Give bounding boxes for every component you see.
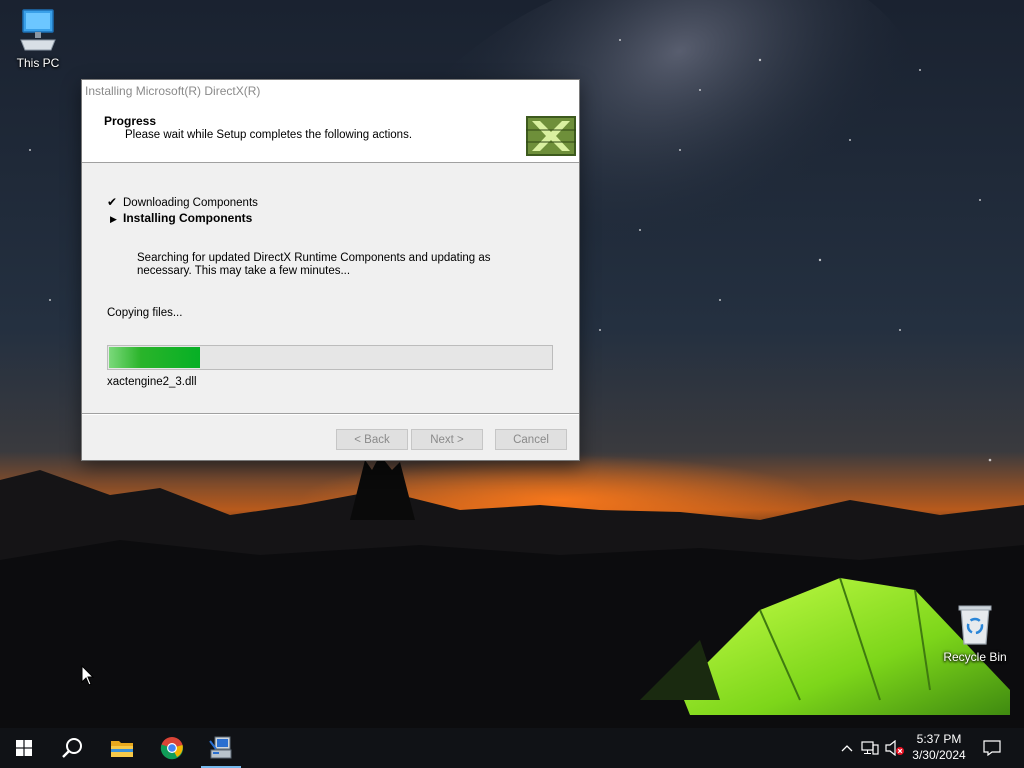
search-button[interactable] bbox=[48, 728, 96, 768]
step-installing: ▶ Installing Components bbox=[107, 211, 252, 225]
chevron-up-icon bbox=[841, 745, 853, 752]
next-button[interactable]: Next > bbox=[411, 429, 483, 450]
dialog-titlebar[interactable]: Installing Microsoft(R) DirectX(R) bbox=[82, 80, 579, 103]
checkmark-icon: ✔ bbox=[107, 195, 118, 209]
step-downloading-label: Downloading Components bbox=[123, 197, 258, 209]
windows-start-icon bbox=[16, 740, 32, 756]
action-center-button[interactable] bbox=[980, 728, 1004, 768]
clock-time: 5:37 PM bbox=[916, 732, 962, 746]
mouse-cursor-icon bbox=[81, 665, 95, 686]
step-downloading: ✔ Downloading Components bbox=[107, 195, 258, 209]
this-pc-label: This PC bbox=[16, 56, 60, 70]
network-icon bbox=[861, 741, 879, 755]
chrome-icon bbox=[160, 737, 184, 760]
back-button[interactable]: < Back bbox=[336, 429, 408, 450]
volume-tray-button[interactable] bbox=[884, 728, 906, 768]
current-file-text: xactengine2_3.dll bbox=[107, 376, 197, 388]
directx-setup-taskbar-button[interactable] bbox=[197, 728, 245, 768]
chrome-taskbar-button[interactable] bbox=[148, 728, 196, 768]
directx-setup-dialog: Installing Microsoft(R) DirectX(R) Progr… bbox=[81, 79, 580, 461]
computer-icon bbox=[20, 9, 56, 51]
volume-muted-icon bbox=[885, 740, 904, 756]
recycle-bin-icon bbox=[958, 605, 992, 645]
file-explorer-icon bbox=[111, 741, 133, 757]
directx-logo-icon bbox=[526, 116, 576, 156]
show-hidden-icons-button[interactable] bbox=[838, 728, 856, 768]
arrow-right-icon: ▶ bbox=[110, 214, 117, 224]
clock-date: 3/30/2024 bbox=[912, 748, 966, 762]
button-divider bbox=[82, 413, 579, 415]
recycle-bin-label: Recycle Bin bbox=[943, 650, 1007, 664]
taskbar: 5:37 PM 3/30/2024 bbox=[0, 728, 1024, 768]
header-subtitle: Please wait while Setup completes the fo… bbox=[125, 129, 413, 141]
network-tray-button[interactable] bbox=[860, 728, 880, 768]
progress-bar bbox=[107, 345, 553, 370]
start-button[interactable] bbox=[0, 728, 48, 768]
taskbar-clock[interactable]: 5:37 PM 3/30/2024 bbox=[906, 731, 972, 763]
cancel-button[interactable]: Cancel bbox=[495, 429, 567, 450]
status-text: Copying files... bbox=[107, 307, 183, 319]
notification-icon bbox=[983, 740, 1001, 756]
recycle-bin-desktop-icon[interactable]: Recycle Bin bbox=[937, 602, 1013, 664]
directx-setup-icon bbox=[209, 736, 232, 759]
dialog-title: Installing Microsoft(R) DirectX(R) bbox=[85, 84, 261, 98]
progress-bar-fill bbox=[109, 347, 201, 368]
step-installing-label: Installing Components bbox=[123, 211, 253, 225]
header-title: Progress bbox=[104, 114, 157, 128]
dialog-header: Progress Please wait while Setup complet… bbox=[82, 103, 579, 163]
file-explorer-taskbar-button[interactable] bbox=[98, 728, 146, 768]
description-text: Searching for updated DirectX Runtime Co… bbox=[137, 252, 491, 277]
this-pc-desktop-icon[interactable]: This PC bbox=[0, 8, 76, 70]
search-icon bbox=[62, 738, 82, 758]
